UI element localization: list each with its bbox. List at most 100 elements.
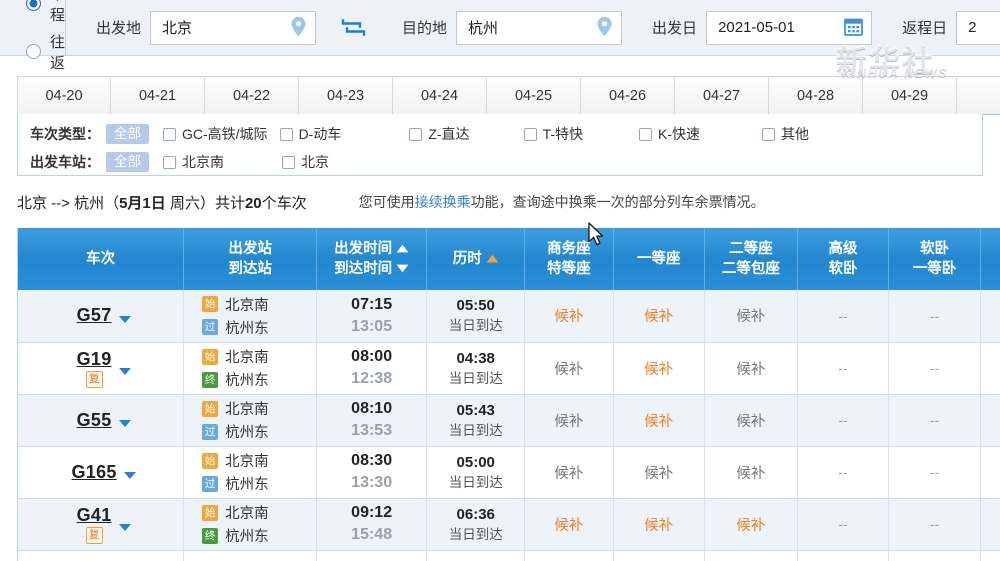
checkbox-北京南[interactable]: 北京南: [163, 152, 224, 172]
checkbox-box-icon[interactable]: [639, 127, 653, 141]
seat-status[interactable]: 候补: [736, 466, 765, 482]
destination-value: 杭州: [468, 20, 499, 37]
date-tab-04-20[interactable]: 04-20: [17, 77, 111, 115]
seat-availability-cell[interactable]: 候补: [524, 290, 614, 343]
checkbox-box-icon[interactable]: [282, 155, 295, 169]
sort-descending-icon[interactable]: [396, 259, 409, 279]
checkbox-box-icon[interactable]: [409, 127, 423, 141]
expand-train-details-icon[interactable]: [118, 368, 131, 375]
checkbox-box-icon[interactable]: [279, 127, 293, 141]
seat-availability-cell[interactable]: 候补: [613, 342, 706, 395]
seat-availability-cell[interactable]: 候补: [613, 290, 706, 343]
seat-status[interactable]: 候补: [554, 414, 583, 430]
seat-status: --: [838, 360, 848, 376]
seat-availability-cell[interactable]: 候补: [704, 498, 798, 551]
seat-status[interactable]: 候补: [644, 414, 673, 430]
seat-status[interactable]: 候补: [644, 466, 673, 482]
date-tab-04-24[interactable]: 04-24: [393, 77, 487, 115]
seat-status[interactable]: 候补: [554, 466, 583, 482]
calendar-icon[interactable]: [844, 17, 863, 39]
seat-availability-cell[interactable]: 候补: [704, 290, 798, 343]
arrival-day-note: 当日到达: [448, 318, 503, 334]
results-summary: 北京 --> 杭州（5月1日 周六）共计20个车次 您可使用接续换乘功能，查询途…: [17, 188, 983, 216]
seat-availability-cell[interactable]: 候补: [524, 342, 614, 395]
seat-availability-cell[interactable]: 候补: [613, 394, 706, 447]
checkbox-box-icon[interactable]: [163, 127, 176, 141]
arrival-station-name: 杭州东: [225, 425, 269, 441]
seat-availability-cell[interactable]: 候补: [704, 394, 798, 447]
seat-status[interactable]: 候补: [554, 362, 583, 378]
depart-station-label: 出发车站：: [30, 154, 100, 170]
seat-availability-cell[interactable]: 候补: [613, 446, 706, 499]
seat-availability-cell[interactable]: 候补: [524, 394, 614, 447]
seat-status[interactable]: 候补: [644, 362, 673, 378]
expand-train-details-icon[interactable]: [123, 472, 136, 479]
checkbox-box-icon[interactable]: [523, 127, 537, 141]
radio-one-way-icon[interactable]: [26, 0, 41, 11]
date-tab-04-27[interactable]: 04-27: [675, 77, 769, 115]
checkbox-其他[interactable]: 其他: [762, 124, 809, 144]
return-date-input[interactable]: 2: [956, 10, 1000, 45]
seat-status[interactable]: 候补: [644, 309, 673, 325]
location-pin-icon[interactable]: [290, 16, 307, 40]
location-pin-icon[interactable]: [596, 16, 613, 40]
origin-input[interactable]: 北京: [150, 10, 317, 45]
date-tab-04-21[interactable]: 04-21: [111, 77, 205, 115]
duration-value: 05:43: [456, 401, 495, 419]
date-tab-04-28[interactable]: 04-28: [769, 77, 863, 115]
destination-input[interactable]: 杭州: [456, 10, 623, 45]
checkbox-GC-高铁/城际[interactable]: GC-高铁/城际: [163, 124, 268, 144]
seat-availability-cell[interactable]: 候补: [524, 498, 614, 551]
seat-availability-cell[interactable]: 候补: [704, 446, 798, 499]
seat-status: --: [838, 464, 848, 480]
train-code-link[interactable]: G55: [77, 410, 112, 431]
date-tab-0[interactable]: 0: [957, 77, 1000, 115]
date-tab-04-29[interactable]: 04-29: [863, 77, 957, 115]
seat-availability-cell[interactable]: 候补: [704, 342, 798, 395]
checkbox-T-特快[interactable]: T-特快: [523, 124, 583, 144]
column-header-出发站-到达站: 出发站 到达站: [183, 228, 318, 290]
sort-ascending-icon[interactable]: [396, 239, 409, 259]
checkbox-K-快速[interactable]: K-快速: [639, 124, 700, 144]
expand-train-details-icon[interactable]: [118, 315, 131, 323]
checkbox-Z-直达[interactable]: Z-直达: [409, 124, 470, 144]
seat-status[interactable]: 候补: [736, 309, 765, 325]
seat-availability-cell[interactable]: 候补: [524, 446, 614, 499]
trip-type-round-trip[interactable]: 往返: [26, 31, 65, 73]
sort-ascending-active-icon[interactable]: [486, 249, 499, 269]
swap-stations-button[interactable]: [338, 13, 368, 43]
seat-status[interactable]: 候补: [736, 518, 765, 534]
expand-train-details-icon[interactable]: [118, 524, 131, 531]
seat-status[interactable]: 候补: [736, 362, 765, 378]
seat-status[interactable]: 候补: [644, 518, 673, 534]
radio-round-trip-icon[interactable]: [26, 44, 41, 59]
train-code-link[interactable]: G165: [71, 462, 116, 483]
depart-station-all-button[interactable]: 全部: [106, 151, 149, 173]
checkbox-box-icon[interactable]: [163, 155, 176, 169]
train-type-all-button[interactable]: 全部: [106, 123, 149, 145]
trip-type-one-way[interactable]: 单程: [26, 0, 65, 25]
date-tab-04-26[interactable]: 04-26: [581, 77, 675, 115]
checkbox-北京[interactable]: 北京: [282, 152, 329, 172]
train-code-link[interactable]: G41: [77, 505, 112, 526]
column-header-历时[interactable]: 历时: [426, 228, 526, 290]
train-code-link[interactable]: G57: [77, 305, 112, 326]
checkbox-box-icon[interactable]: [762, 127, 776, 141]
train-code-link[interactable]: G19: [77, 349, 112, 370]
seat-status[interactable]: 候补: [736, 414, 765, 430]
date-tab-04-23[interactable]: 04-23: [299, 77, 393, 115]
column-header-出发时间-到达时间[interactable]: 出发时间 到达时间: [316, 228, 428, 290]
duration-value: 05:50: [456, 297, 495, 315]
seat-status[interactable]: 候补: [554, 309, 583, 325]
depart-date-input[interactable]: 2021-05-01: [706, 10, 873, 45]
note-after: 功能，查询途中换乘一次的部分列车余票情况。: [470, 194, 765, 210]
arrival-time: 13:53: [351, 422, 393, 439]
expand-train-details-icon[interactable]: [118, 420, 131, 427]
checkbox-D-动车[interactable]: D-动车: [279, 124, 341, 144]
date-tab-04-22[interactable]: 04-22: [205, 77, 299, 115]
transfer-link[interactable]: 接续换乘: [415, 194, 471, 210]
seat-availability-cell: [613, 550, 706, 561]
seat-availability-cell[interactable]: 候补: [613, 498, 706, 551]
seat-status[interactable]: 候补: [554, 518, 583, 534]
date-tab-04-25[interactable]: 04-25: [487, 77, 581, 115]
